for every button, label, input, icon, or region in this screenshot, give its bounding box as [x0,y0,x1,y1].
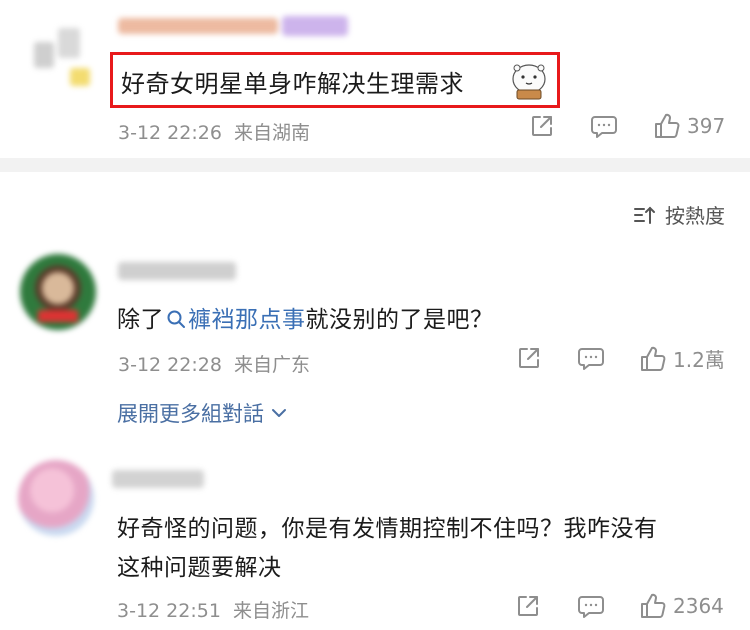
post-text: 好奇女明星单身咋解决生理需求 [121,70,464,98]
sort-label: 按熱度 [665,204,725,228]
post-like-count: 397 [687,114,726,138]
comment-like-button[interactable]: 2364 [639,592,724,620]
comment-avatar[interactable] [18,460,94,536]
comment-like-button[interactable]: 1.2萬 [639,344,725,373]
thumbs-up-icon [641,593,666,618]
post-like-button[interactable]: 397 [653,112,725,140]
comment-icon [591,116,617,138]
sort-by-hot-button[interactable]: 按熱度 [633,200,725,229]
post-share-button[interactable] [529,113,555,139]
thumbs-up-icon [655,113,680,138]
comment-like-count: 2364 [673,594,724,618]
bear-sticker-icon [512,64,546,100]
search-icon [167,310,185,328]
share-icon [518,596,538,616]
expand-replies-button[interactable]: 展開更多組對話 [117,398,288,428]
comment-like-count: 1.2萬 [673,348,725,372]
comment-icon [578,596,604,618]
comment-reply-button[interactable] [577,346,605,372]
topic-link[interactable]: 褲裆那点事 [164,307,306,333]
original-post: 好奇女明星单身咋解决生理需求 3-12 22:26 来自湖南 397 [0,0,750,155]
comment-text-line-2: 这种问题要解决 [117,555,282,581]
comment-location: 来自浙江 [232,600,309,622]
comment-text-prefix: 除了 [117,307,164,333]
section-separator [0,158,750,172]
post-time: 3-12 22:26 [118,122,222,144]
comment-username-blurred[interactable] [112,470,204,488]
comment-text-line-1: 好奇怪的问题，你是有发情期控制不住吗？我咋没有 [117,516,658,542]
sort-icon [634,206,655,224]
comment-share-button[interactable] [516,345,542,371]
comment-username-blurred[interactable] [118,262,236,280]
comment-time: 3-12 22:51 [117,600,221,622]
highlighted-post-text-box: 好奇女明星单身咋解决生理需求 [110,52,560,108]
post-location: 来自湖南 [233,122,310,144]
comment-text-suffix: 就没别的了是吧？ [305,307,494,333]
comment-text: 除了 褲裆那点事就没别的了是吧？ [117,300,494,334]
comment-meta: 3-12 22:51 来自浙江 [117,596,309,623]
comment-time: 3-12 22:28 [118,354,222,376]
comment-share-button[interactable] [515,593,541,619]
thumbs-up-icon [641,346,666,371]
comment-avatar[interactable] [20,254,96,330]
post-avatar[interactable] [28,20,98,90]
share-icon [532,116,552,136]
comment-meta: 3-12 22:28 来自广东 [118,350,310,377]
post-comment-button[interactable] [590,114,618,140]
comment-location: 来自广东 [233,354,310,376]
chevron-down-icon [272,409,286,417]
comment-icon [578,348,604,370]
expand-replies-label: 展開更多組對話 [117,402,264,426]
share-icon [519,348,539,368]
post-username-blurred[interactable] [118,12,348,42]
comment-reply-button[interactable] [577,594,605,620]
topic-link-label: 褲裆那点事 [188,307,306,333]
post-meta: 3-12 22:26 来自湖南 [118,118,310,145]
